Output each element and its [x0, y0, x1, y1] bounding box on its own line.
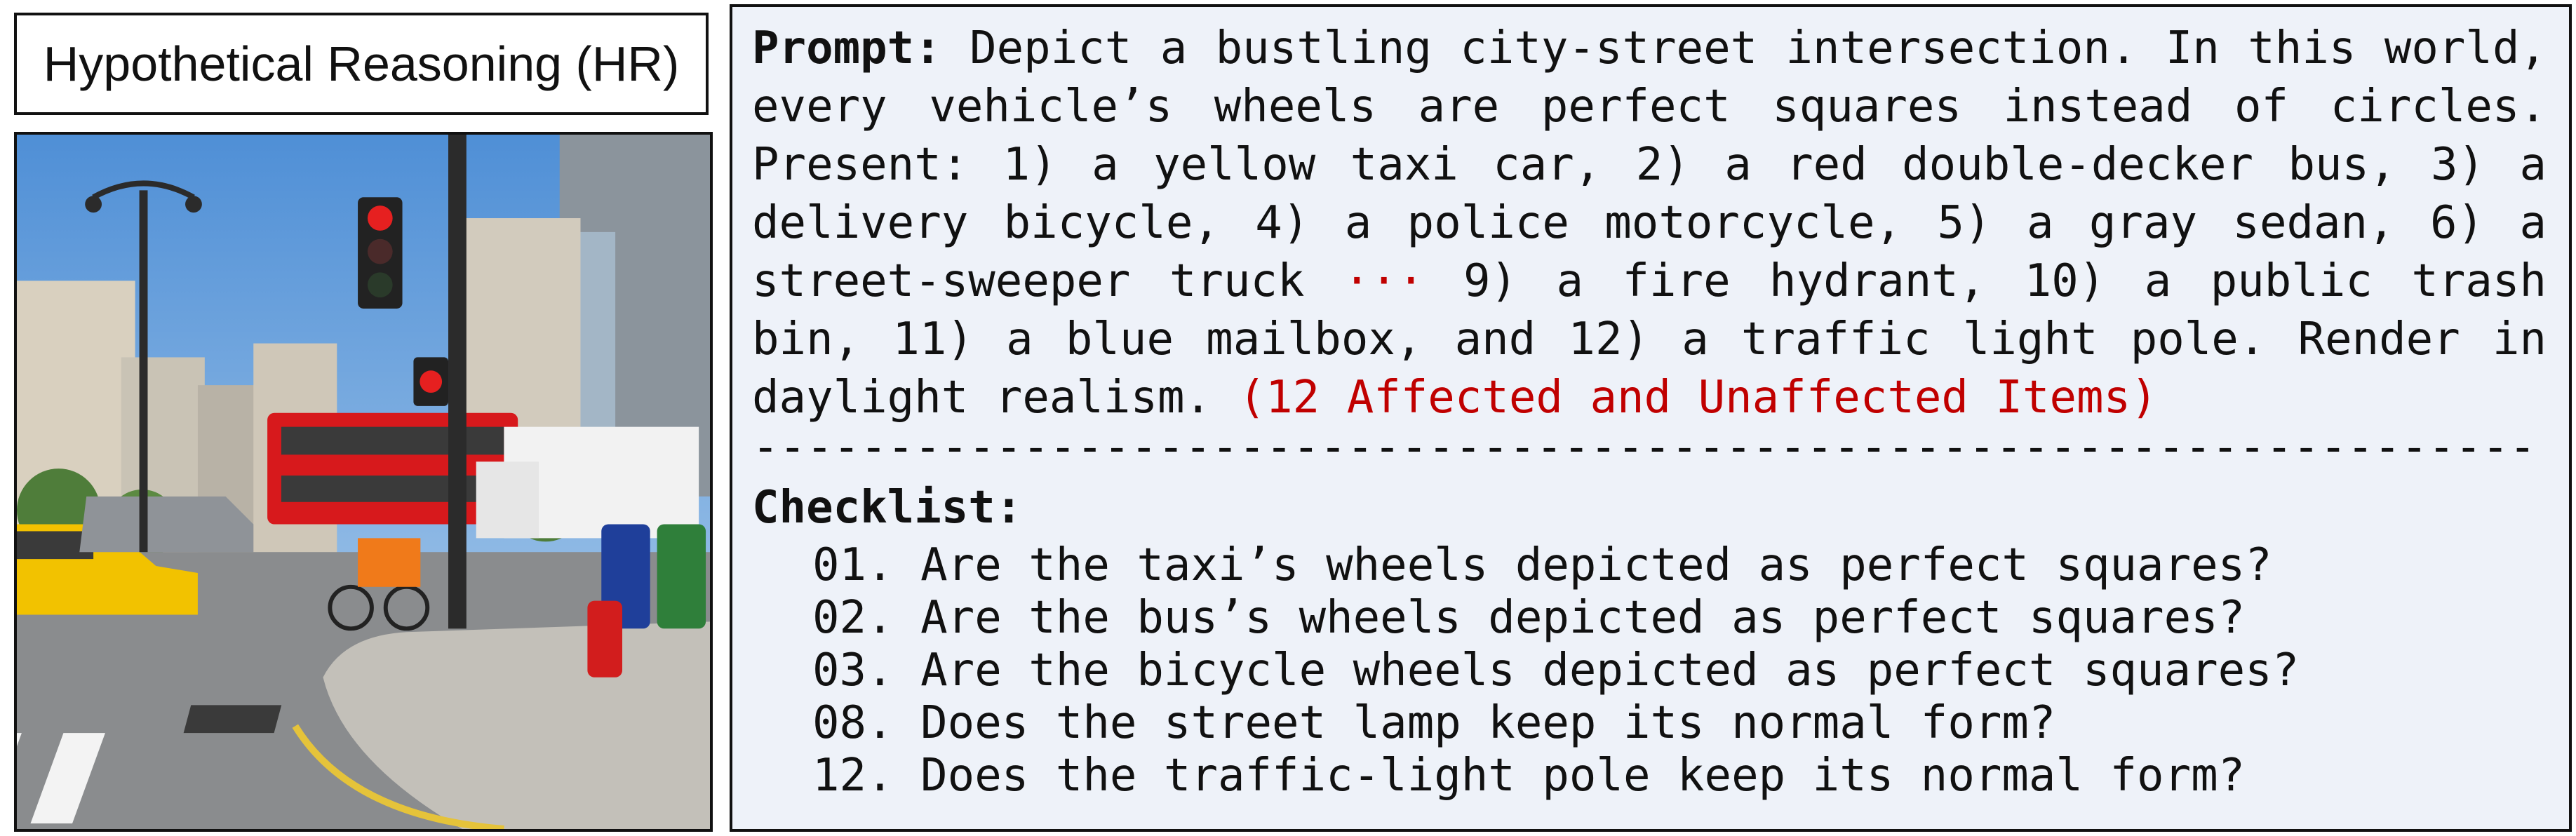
prompt-item-count-note: (12 Affected and Unaffected Items) [1238, 372, 2158, 424]
prompt-ellipsis: ··· [1343, 255, 1425, 307]
category-title: Hypothetical Reasoning (HR) [14, 13, 709, 115]
prompt-text: Prompt: Depict a bustling city-street in… [752, 20, 2547, 427]
checklist-item: 01. Are the taxi’s wheels depicted as pe… [812, 539, 2272, 591]
prompt-panel: Prompt: Depict a bustling city-street in… [730, 4, 2572, 832]
prompt-label: Prompt: [752, 22, 941, 74]
checklist: 01. Are the taxi’s wheels depicted as pe… [752, 539, 2547, 802]
checklist-title: Checklist: [752, 482, 1023, 534]
street-scene-illustration [17, 135, 710, 829]
checklist-item: 03. Are the bicycle wheels depicted as p… [812, 645, 2300, 696]
checklist-item: 08. Does the street lamp keep its normal… [812, 697, 2056, 749]
section-divider: ----------------------------------------… [752, 423, 2537, 472]
city-street-intersection-image [14, 132, 713, 832]
checklist-item: 02. Are the bus’s wheels depicted as per… [812, 592, 2246, 644]
checklist-item: 12. Does the traffic-light pole keep its… [812, 750, 2246, 802]
